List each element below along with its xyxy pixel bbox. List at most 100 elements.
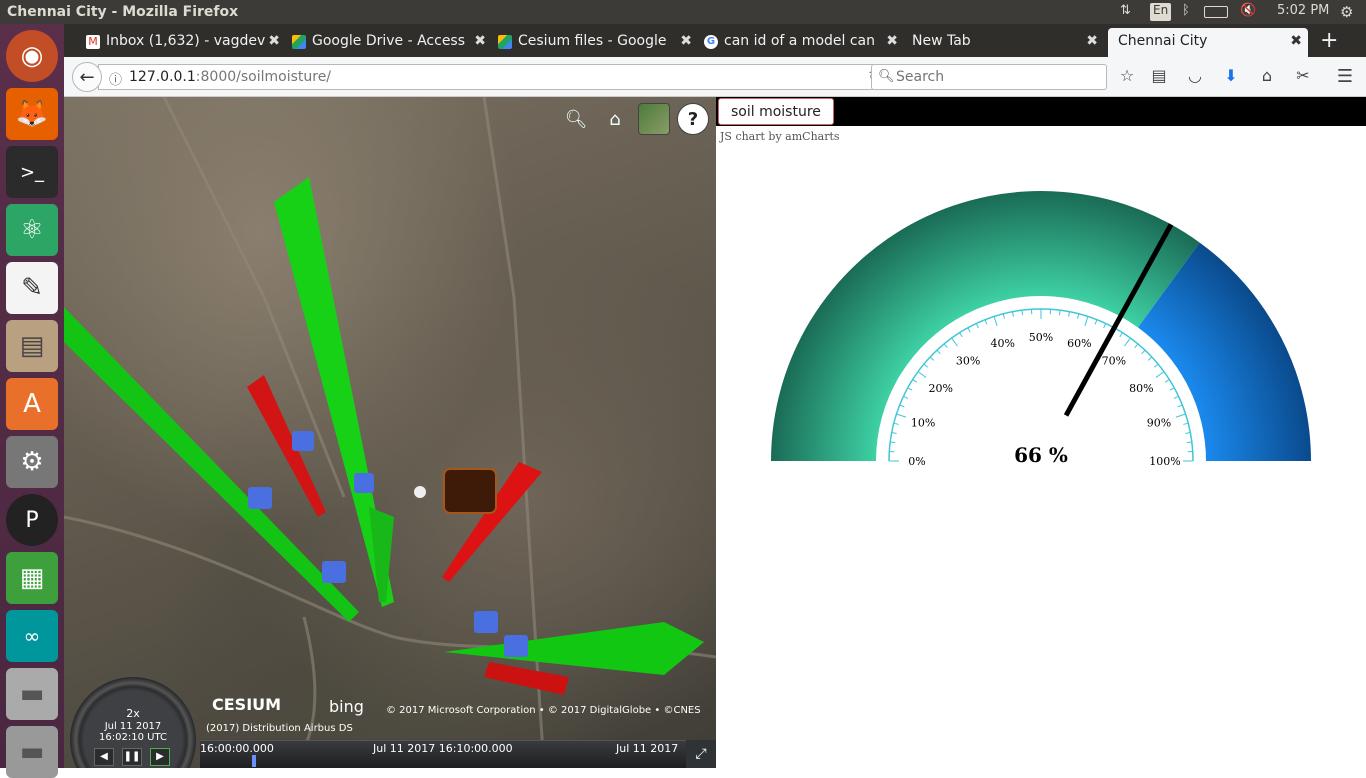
fullscreen-button[interactable]: ⤢ [686, 740, 716, 768]
map-marker[interactable] [354, 473, 374, 493]
back-button[interactable]: ← [72, 62, 102, 92]
spreadsheet-icon[interactable]: ▦ [6, 552, 58, 604]
terminal-icon[interactable]: >_ [6, 146, 58, 198]
close-tab-icon[interactable]: ✖ [268, 33, 280, 49]
drive-icon-2[interactable]: ▬ [6, 726, 58, 778]
tab-gmail[interactable]: M Inbox (1,632) - vagdev ✖ [82, 28, 286, 57]
info-icon[interactable]: ⓘ [109, 69, 122, 88]
tab-cesium-files[interactable]: Cesium files - Google ✖ [494, 28, 698, 57]
reading-list-icon[interactable]: ▤ [1148, 66, 1170, 88]
cesium-viewer[interactable]: 🔍︎ ⌂ ? CESIUM bing © 2017 Microsoft Corp… [64, 97, 716, 768]
close-tab-icon[interactable]: ✖ [1290, 33, 1302, 49]
gauge-tick [985, 320, 987, 325]
gauge-tick [976, 323, 978, 328]
software-center-icon[interactable]: A [6, 378, 58, 430]
close-tab-icon[interactable]: ✖ [474, 33, 486, 49]
map-marker[interactable] [504, 635, 528, 657]
base-layer-picker-button[interactable] [638, 103, 670, 135]
globe-scene[interactable] [64, 97, 716, 768]
url-bar[interactable]: ⓘ 127.0.0.1:8000/soilmoisture/ ↻ [98, 64, 888, 90]
pause-icon: ❚❚ [124, 751, 141, 762]
map-marker[interactable] [248, 487, 272, 509]
search-input[interactable] [896, 68, 1096, 86]
imagery-credits: © 2017 Microsoft Corporation • © 2017 Di… [386, 705, 701, 716]
map-marker[interactable] [474, 611, 498, 633]
home-icon[interactable]: ⌂ [1256, 66, 1278, 88]
reverse-play-button[interactable]: ◀ [94, 748, 114, 766]
soil-moisture-button[interactable]: soil moisture [718, 98, 834, 125]
google-icon: G [704, 35, 718, 49]
unity-launcher: ◉ 🦊 >_ ⚛ ✎ ▤ A ⚙ P ▦ ∞ ▬ ▬ [0, 24, 64, 768]
tab-google-drive[interactable]: Google Drive - Access ✖ [288, 28, 492, 57]
menu-icon[interactable]: ☰ [1334, 66, 1356, 88]
tab-chennai-city[interactable]: Chennai City ✖ [1108, 28, 1308, 57]
gauge-tick [908, 388, 912, 390]
chart-credit-link[interactable]: JS chart by amCharts [720, 130, 840, 143]
tab-google-search[interactable]: G can id of a model can ✖ [700, 28, 904, 57]
tab-label: can id of a model can [724, 33, 875, 49]
new-tab-button[interactable]: + [1320, 28, 1338, 53]
ubuntu-dash-icon[interactable]: ◉ [6, 30, 58, 82]
bing-logo[interactable]: bing [329, 697, 364, 716]
gauge-tick [924, 364, 928, 367]
search-box[interactable]: 🔍︎ [871, 64, 1107, 90]
url-text[interactable]: 127.0.0.1:8000/soilmoisture/ [129, 69, 331, 85]
network-transfer-icon[interactable]: ⇅ [1120, 3, 1131, 21]
gauge-tick [1187, 442, 1192, 443]
tab-new-tab[interactable]: New Tab ✖ [904, 28, 1104, 57]
atom-icon[interactable]: ⚛ [6, 204, 58, 256]
arduino-icon[interactable]: ∞ [6, 610, 58, 662]
gauge-tick [1176, 414, 1186, 417]
animation-time: 16:02:10 UTC [70, 732, 196, 743]
pocket-icon[interactable]: ◡ [1184, 66, 1206, 88]
animation-speed: 2x [70, 707, 196, 720]
pause-button[interactable]: ❚❚ [122, 748, 142, 766]
gauge-tick [1104, 323, 1106, 328]
timeline-needle[interactable] [252, 755, 256, 767]
tab-bar: M Inbox (1,632) - vagdev ✖ Google Drive … [64, 24, 1366, 57]
volume-muted-icon[interactable]: 🔇 [1240, 3, 1256, 21]
window-title: Chennai City - Mozilla Firefox [7, 4, 238, 20]
battery-icon[interactable] [1204, 6, 1228, 18]
clock[interactable]: 5:02 PM [1277, 3, 1329, 21]
moisture-bar-red[interactable] [484, 662, 569, 695]
system-settings-icon[interactable]: ⚙ [6, 436, 58, 488]
gauge-tick [1022, 310, 1023, 315]
map-point [414, 486, 426, 498]
search-icon: 🔍︎ [878, 69, 895, 84]
map-marker[interactable] [322, 561, 346, 583]
cesium-logo[interactable]: CESIUM [212, 695, 281, 714]
animation-widget[interactable]: 2x Jul 11 2017 16:02:10 UTC ◀ ❚❚ ▶ [70, 677, 196, 768]
keyboard-layout-indicator[interactable]: En [1150, 3, 1171, 21]
close-tab-icon[interactable]: ✖ [680, 33, 692, 49]
home-view-button[interactable]: ⌂ [599, 103, 631, 135]
help-button[interactable]: ? [677, 103, 709, 135]
bluetooth-icon[interactable]: ᛒ [1182, 3, 1190, 21]
bookmark-star-icon[interactable]: ☆ [1116, 66, 1138, 88]
map-marker[interactable] [292, 431, 314, 451]
play-button[interactable]: ▶ [150, 748, 170, 766]
gauge-tick [1120, 333, 1123, 337]
arrow-left-icon: ← [79, 67, 94, 88]
screenshot-icon[interactable]: ✂ [1292, 66, 1314, 88]
firefox-icon[interactable]: 🦊 [6, 88, 58, 140]
files-icon[interactable]: ▤ [6, 320, 58, 372]
gear-icon[interactable]: ⚙ [1340, 3, 1353, 21]
download-icon[interactable]: ⬇ [1220, 66, 1242, 88]
gauge-tick [994, 316, 997, 326]
timeline[interactable]: 16:00:00.000 Jul 11 2017 16:10:00.000 Ju… [200, 740, 686, 768]
navigation-bar: ⓘ 127.0.0.1:8000/soilmoisture/ ↻ ← 🔍︎ ☆ … [64, 57, 1366, 97]
tab-label: Inbox (1,632) - vagdev [106, 33, 265, 49]
gauge-tick-label: 70% [1102, 355, 1126, 368]
geocoder-search-button[interactable]: 🔍︎ [560, 103, 592, 135]
close-tab-icon[interactable]: ✖ [886, 33, 898, 49]
drive-icon[interactable]: ▬ [6, 668, 58, 720]
map-marker-selected[interactable] [444, 469, 496, 513]
home-icon: ⌂ [609, 109, 620, 130]
gauge-tick [1003, 314, 1004, 319]
python-idle-icon[interactable]: P [6, 494, 58, 546]
gauge-tick [892, 433, 897, 434]
gauge-tick [890, 442, 895, 443]
text-editor-icon[interactable]: ✎ [6, 262, 58, 314]
close-tab-icon[interactable]: ✖ [1086, 33, 1098, 49]
